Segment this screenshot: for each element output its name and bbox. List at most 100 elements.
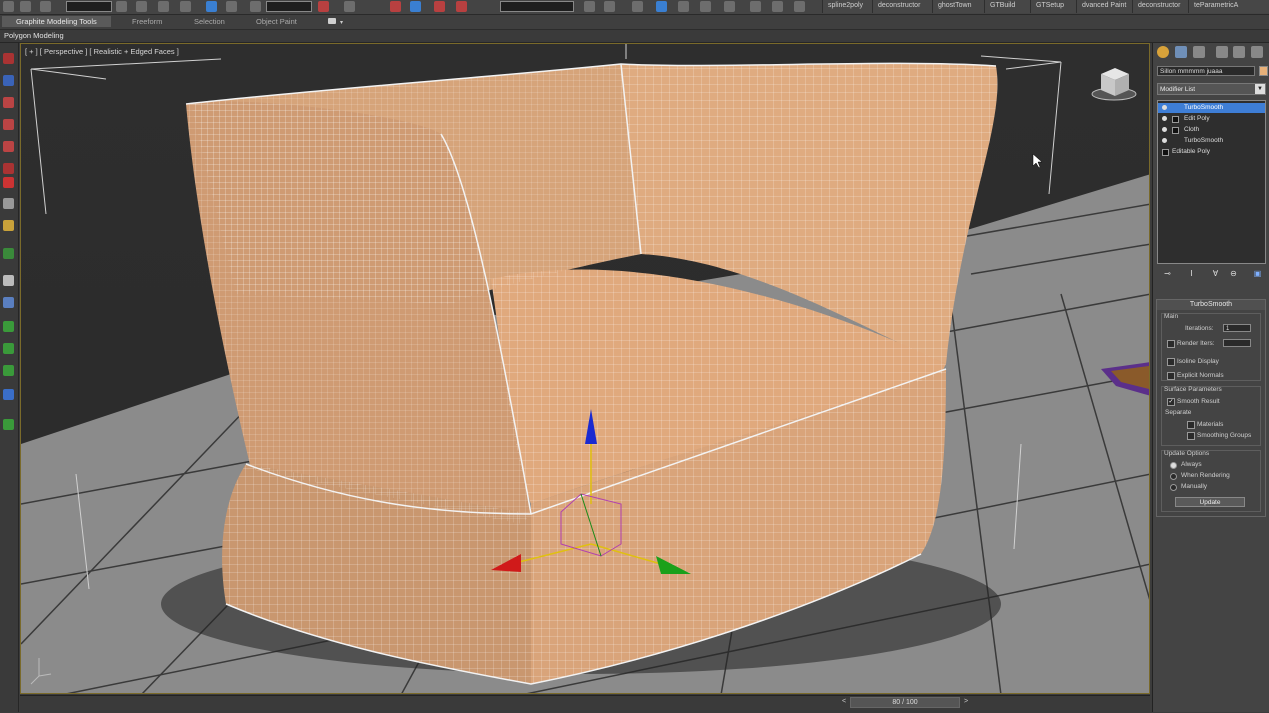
tool-icon-2[interactable]: [3, 75, 14, 86]
window-crossing-icon[interactable]: [180, 1, 191, 12]
rollout-title[interactable]: TurboSmooth: [1157, 300, 1265, 310]
light-bulb-icon[interactable]: [1162, 105, 1167, 110]
object-name-field[interactable]: Sillon mmmmm juaaa: [1157, 66, 1255, 76]
select-rotate-icon[interactable]: [226, 1, 237, 12]
viewport-label[interactable]: [ + ] [ Perspective ] [ Realistic + Edge…: [25, 47, 179, 56]
smooth-result-checkbox[interactable]: ✓: [1167, 398, 1175, 406]
plugin-tab-3[interactable]: ghostTown: [932, 0, 986, 13]
tool-icon-13[interactable]: [3, 343, 14, 354]
tool-icon-3[interactable]: [3, 97, 14, 108]
plugin-tab-4[interactable]: GTBuild: [984, 0, 1032, 13]
close-x-icon[interactable]: [3, 177, 14, 188]
stack-item-edit-poly[interactable]: Edit Poly: [1158, 114, 1265, 124]
region-select-icon[interactable]: [158, 1, 169, 12]
manipulate-icon[interactable]: [344, 1, 355, 12]
plugin-tab-5[interactable]: GTSetup: [1030, 0, 1080, 13]
tab-graphite-modeling-tools[interactable]: Graphite Modeling Tools: [2, 16, 111, 27]
select-by-name-icon[interactable]: [136, 1, 147, 12]
stack-item-cloth[interactable]: Cloth: [1158, 125, 1265, 135]
render-setup-icon[interactable]: [750, 1, 761, 12]
panel-polygon-modeling[interactable]: Polygon Modeling: [4, 31, 64, 40]
utilities-tab-icon[interactable]: [1251, 46, 1263, 58]
tool-icon-9[interactable]: [3, 248, 14, 259]
manually-radio[interactable]: [1170, 484, 1177, 491]
mirror-icon[interactable]: [584, 1, 595, 12]
tool-icon-15[interactable]: [3, 419, 14, 430]
tab-selection[interactable]: Selection: [180, 16, 239, 27]
remove-modifier-icon[interactable]: ⊖: [1229, 269, 1238, 278]
plugin-tab-8[interactable]: teParametricA: [1188, 0, 1269, 13]
rendered-frame-icon[interactable]: [772, 1, 783, 12]
render-icon[interactable]: [794, 1, 805, 12]
named-selection-sets[interactable]: [500, 1, 574, 12]
plugin-tab-6[interactable]: dvanced Paint: [1076, 0, 1138, 13]
schematic-view-icon[interactable]: [700, 1, 711, 12]
stack-item-turbosmooth-2[interactable]: TurboSmooth: [1158, 136, 1265, 146]
tool-icon-6[interactable]: [3, 163, 14, 174]
pc-icon[interactable]: [3, 389, 14, 400]
tool-icon-4[interactable]: [3, 119, 14, 130]
materials-checkbox[interactable]: [1187, 421, 1195, 429]
light-bulb-icon[interactable]: [1162, 127, 1167, 132]
display-tab-icon[interactable]: [1233, 46, 1245, 58]
link-icon[interactable]: [40, 1, 51, 12]
when-rendering-radio[interactable]: [1170, 473, 1177, 480]
tool-icon-5[interactable]: [3, 141, 14, 152]
tool-icon-8[interactable]: [3, 220, 14, 231]
selection-filter-dropdown[interactable]: [66, 1, 112, 12]
tool-icon-7[interactable]: [3, 198, 14, 209]
always-radio[interactable]: [1170, 462, 1177, 469]
stack-item-editable-poly[interactable]: Editable Poly: [1158, 147, 1265, 157]
configure-sets-icon[interactable]: ▣: [1253, 269, 1262, 278]
reference-coord-dropdown[interactable]: [266, 1, 312, 12]
motion-tab-icon[interactable]: [1216, 46, 1228, 58]
expand-box-icon[interactable]: [1172, 116, 1179, 123]
chevron-down-icon[interactable]: ▼: [1255, 84, 1265, 94]
tool-icon-1[interactable]: [3, 53, 14, 64]
pivot-icon[interactable]: [318, 1, 329, 12]
make-unique-icon[interactable]: ∀: [1211, 269, 1220, 278]
modify-tab-icon[interactable]: [1175, 46, 1187, 58]
stack-item-turbosmooth[interactable]: TurboSmooth: [1158, 103, 1265, 113]
tool-icon-10[interactable]: [3, 275, 14, 286]
plugin-tab-2[interactable]: deconstructor: [872, 0, 936, 13]
create-tab-icon[interactable]: [1157, 46, 1169, 58]
iterations-spinner[interactable]: 1: [1223, 324, 1251, 332]
expand-box-icon[interactable]: [1172, 127, 1179, 134]
layer-manager-icon[interactable]: [632, 1, 643, 12]
light-bulb-icon[interactable]: [1162, 138, 1167, 143]
material-editor-icon[interactable]: [724, 1, 735, 12]
tool-icon-11[interactable]: [3, 297, 14, 308]
select-move-icon[interactable]: [206, 1, 217, 12]
select-object-icon[interactable]: [116, 1, 127, 12]
ribbon-options-icon[interactable]: [328, 18, 336, 24]
render-iters-checkbox[interactable]: [1167, 340, 1175, 348]
smoothing-groups-checkbox[interactable]: [1187, 432, 1195, 440]
tool-icon-14[interactable]: [3, 365, 14, 376]
percent-snap-icon[interactable]: [434, 1, 445, 12]
curve-editor-icon[interactable]: [678, 1, 689, 12]
update-button[interactable]: Update: [1175, 497, 1245, 507]
ribbon-dropdown-icon[interactable]: ▾: [340, 19, 343, 26]
undo-icon[interactable]: [3, 1, 14, 12]
isoline-display-checkbox[interactable]: [1167, 358, 1175, 366]
tab-object-paint[interactable]: Object Paint: [242, 16, 311, 27]
align-icon[interactable]: [604, 1, 615, 12]
plugin-tab-1[interactable]: spline2poly: [822, 0, 878, 13]
angle-snap-icon[interactable]: [410, 1, 421, 12]
hierarchy-tab-icon[interactable]: [1193, 46, 1205, 58]
perspective-viewport[interactable]: [ + ] [ Perspective ] [ Realistic + Edge…: [20, 43, 1150, 694]
plugin-tab-7[interactable]: deconstructor: [1132, 0, 1196, 13]
select-scale-icon[interactable]: [250, 1, 261, 12]
render-iters-spinner[interactable]: [1223, 339, 1251, 347]
tab-freeform[interactable]: Freeform: [118, 16, 176, 27]
snap-toggle-icon[interactable]: [390, 1, 401, 12]
show-end-result-icon[interactable]: Ⅰ: [1187, 269, 1196, 278]
redo-icon[interactable]: [20, 1, 31, 12]
tool-icon-12[interactable]: [3, 321, 14, 332]
spinner-snap-icon[interactable]: [456, 1, 467, 12]
time-slider-thumb[interactable]: 80 / 100: [850, 697, 960, 708]
expand-box-icon[interactable]: [1162, 149, 1169, 156]
graphite-toggle-icon[interactable]: [656, 1, 667, 12]
pin-stack-icon[interactable]: ⊸: [1163, 269, 1172, 278]
